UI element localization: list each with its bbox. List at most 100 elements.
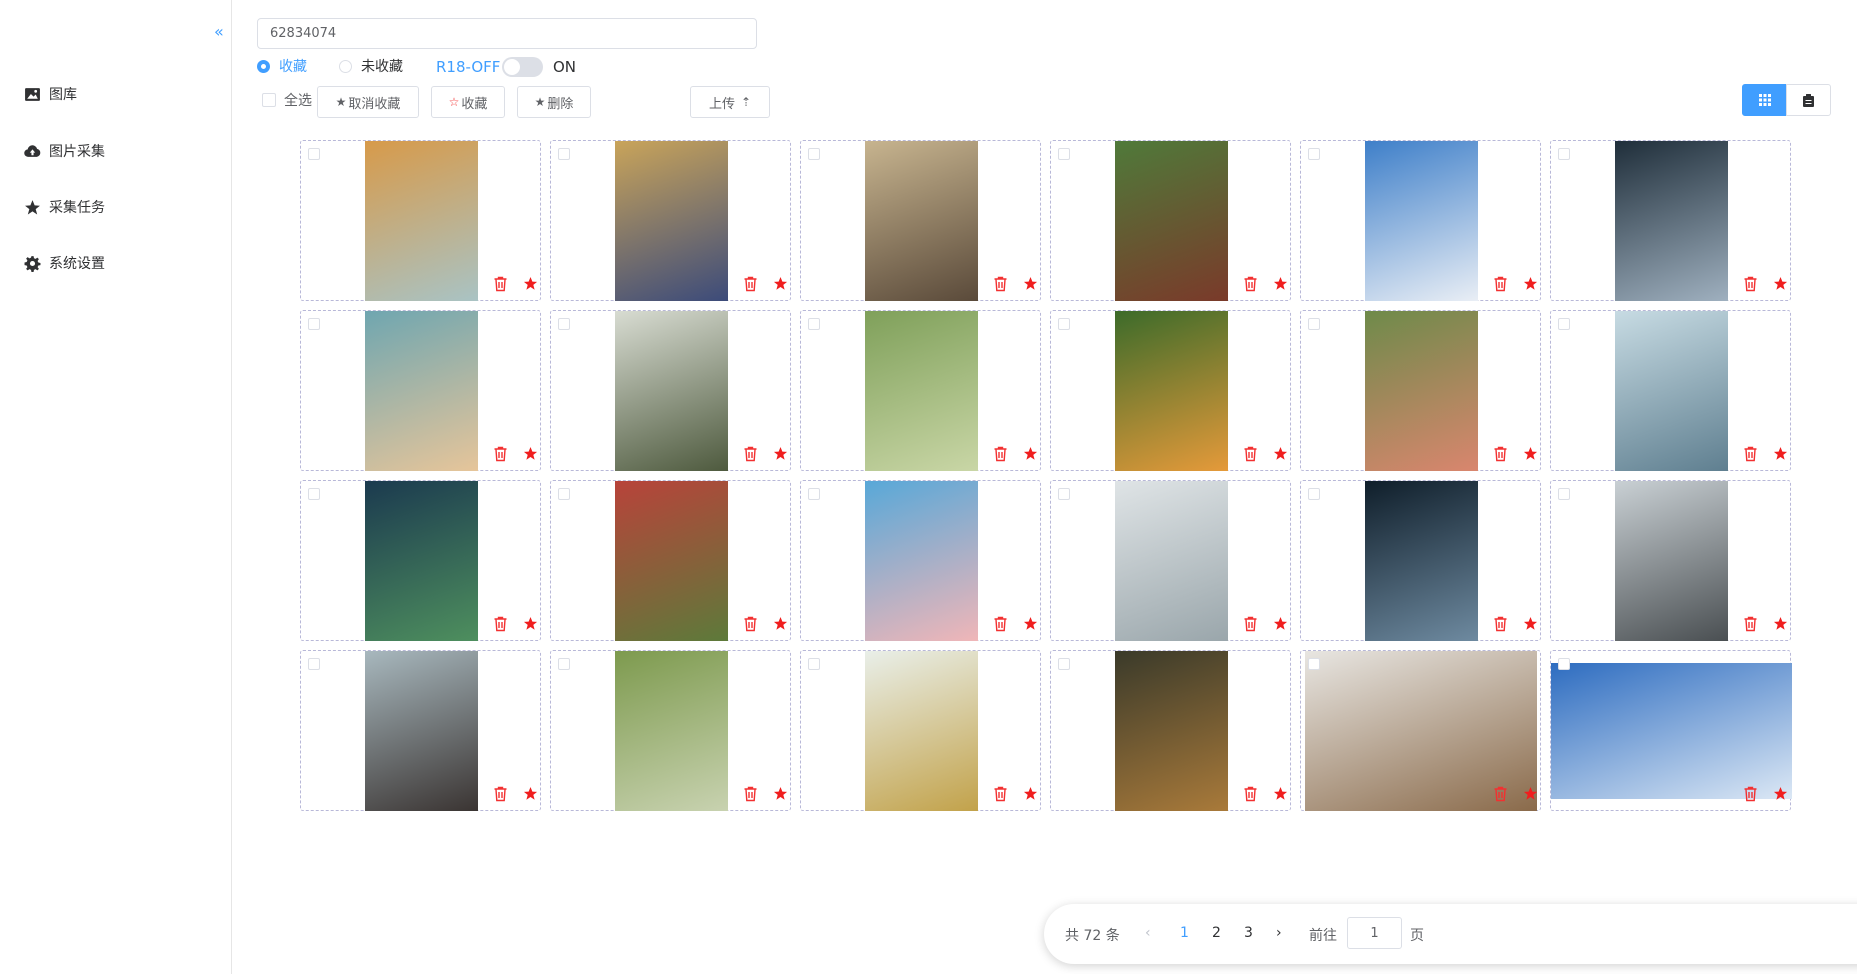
- star-icon[interactable]: [773, 276, 788, 291]
- artwork-thumbnail[interactable]: [865, 311, 978, 471]
- image-card[interactable]: [1050, 140, 1291, 301]
- upload-button[interactable]: 上传 ⇡: [690, 86, 770, 118]
- image-card[interactable]: [300, 140, 541, 301]
- image-card-checkbox[interactable]: [1058, 148, 1070, 160]
- radio-not-favorited[interactable]: 未收藏: [339, 56, 403, 76]
- star-icon[interactable]: [1023, 276, 1038, 291]
- trash-icon[interactable]: [493, 616, 508, 632]
- list-view-button[interactable]: [1786, 84, 1831, 116]
- star-icon[interactable]: [773, 616, 788, 631]
- image-card[interactable]: [300, 480, 541, 641]
- trash-icon[interactable]: [743, 786, 758, 802]
- artwork-thumbnail[interactable]: [1615, 311, 1728, 471]
- star-icon[interactable]: [1273, 276, 1288, 291]
- star-icon[interactable]: [1273, 446, 1288, 461]
- goto-page-input[interactable]: 1: [1347, 917, 1402, 949]
- star-icon[interactable]: [773, 446, 788, 461]
- artwork-thumbnail[interactable]: [1115, 141, 1228, 301]
- star-icon[interactable]: [1773, 276, 1788, 291]
- star-icon[interactable]: [523, 616, 538, 631]
- image-card[interactable]: [800, 310, 1041, 471]
- trash-icon[interactable]: [993, 616, 1008, 632]
- sidebar-item-collect[interactable]: 图片采集: [24, 139, 105, 163]
- image-card-checkbox[interactable]: [808, 148, 820, 160]
- image-card[interactable]: [800, 140, 1041, 301]
- image-card-checkbox[interactable]: [308, 658, 320, 670]
- image-card-checkbox[interactable]: [1058, 658, 1070, 670]
- trash-icon[interactable]: [493, 276, 508, 292]
- sidebar-item-settings[interactable]: 系统设置: [24, 251, 105, 275]
- star-icon[interactable]: [1523, 446, 1538, 461]
- image-card-checkbox[interactable]: [808, 658, 820, 670]
- image-card-checkbox[interactable]: [1308, 148, 1320, 160]
- image-card-checkbox[interactable]: [1308, 488, 1320, 500]
- image-card-checkbox[interactable]: [558, 658, 570, 670]
- trash-icon[interactable]: [1243, 446, 1258, 462]
- star-icon[interactable]: [1773, 446, 1788, 461]
- image-card[interactable]: [550, 140, 791, 301]
- trash-icon[interactable]: [743, 276, 758, 292]
- star-icon[interactable]: [1773, 786, 1788, 801]
- r18-toggle[interactable]: [502, 57, 543, 77]
- image-card[interactable]: [1300, 650, 1541, 811]
- artwork-thumbnail[interactable]: [865, 651, 978, 811]
- trash-icon[interactable]: [993, 786, 1008, 802]
- star-icon[interactable]: [1273, 616, 1288, 631]
- image-card-checkbox[interactable]: [1558, 488, 1570, 500]
- image-card-checkbox[interactable]: [308, 488, 320, 500]
- image-card[interactable]: [300, 310, 541, 471]
- star-icon[interactable]: [1523, 276, 1538, 291]
- prev-page-icon[interactable]: ‹: [1145, 925, 1151, 941]
- image-card-checkbox[interactable]: [1308, 658, 1320, 670]
- select-all-checkbox[interactable]: [262, 93, 276, 107]
- image-card[interactable]: [800, 480, 1041, 641]
- trash-icon[interactable]: [1493, 446, 1508, 462]
- artwork-thumbnail[interactable]: [1551, 663, 1792, 799]
- image-card[interactable]: [550, 310, 791, 471]
- trash-icon[interactable]: [1243, 616, 1258, 632]
- trash-icon[interactable]: [1243, 276, 1258, 292]
- trash-icon[interactable]: [1243, 786, 1258, 802]
- favorite-button[interactable]: ☆ 收藏: [431, 86, 505, 118]
- image-card-checkbox[interactable]: [558, 318, 570, 330]
- unfavorite-button[interactable]: ★ 取消收藏: [317, 86, 419, 118]
- artwork-thumbnail[interactable]: [1615, 481, 1728, 641]
- star-icon[interactable]: [1023, 616, 1038, 631]
- page-number[interactable]: 1: [1180, 925, 1189, 941]
- artwork-thumbnail[interactable]: [1115, 651, 1228, 811]
- next-page-icon[interactable]: ›: [1276, 925, 1282, 941]
- artwork-thumbnail[interactable]: [365, 141, 478, 301]
- trash-icon[interactable]: [993, 276, 1008, 292]
- collapse-sidebar-icon[interactable]: «: [214, 22, 224, 41]
- artwork-thumbnail[interactable]: [615, 481, 728, 641]
- star-icon[interactable]: [523, 446, 538, 461]
- image-card[interactable]: [1050, 650, 1291, 811]
- artwork-thumbnail[interactable]: [365, 481, 478, 641]
- image-card[interactable]: [1300, 140, 1541, 301]
- page-number[interactable]: 2: [1212, 925, 1221, 941]
- image-card-checkbox[interactable]: [1558, 658, 1570, 670]
- image-card-checkbox[interactable]: [808, 488, 820, 500]
- image-card[interactable]: [550, 650, 791, 811]
- artwork-thumbnail[interactable]: [615, 651, 728, 811]
- sidebar-item-tasks[interactable]: 采集任务: [24, 195, 105, 219]
- star-icon[interactable]: [523, 276, 538, 291]
- trash-icon[interactable]: [1743, 446, 1758, 462]
- sidebar-item-gallery[interactable]: 图库: [24, 82, 77, 106]
- artwork-thumbnail[interactable]: [1365, 311, 1478, 471]
- artwork-thumbnail[interactable]: [1615, 141, 1728, 301]
- star-icon[interactable]: [1523, 616, 1538, 631]
- image-card[interactable]: [1550, 140, 1791, 301]
- artwork-thumbnail[interactable]: [365, 311, 478, 471]
- image-card[interactable]: [1550, 310, 1791, 471]
- trash-icon[interactable]: [1743, 616, 1758, 632]
- image-card[interactable]: [1550, 480, 1791, 641]
- artwork-thumbnail[interactable]: [1115, 481, 1228, 641]
- image-card-checkbox[interactable]: [1308, 318, 1320, 330]
- trash-icon[interactable]: [493, 786, 508, 802]
- image-card[interactable]: [1550, 650, 1792, 811]
- image-card-checkbox[interactable]: [1058, 488, 1070, 500]
- trash-icon[interactable]: [743, 446, 758, 462]
- image-card[interactable]: [800, 650, 1041, 811]
- star-icon[interactable]: [523, 786, 538, 801]
